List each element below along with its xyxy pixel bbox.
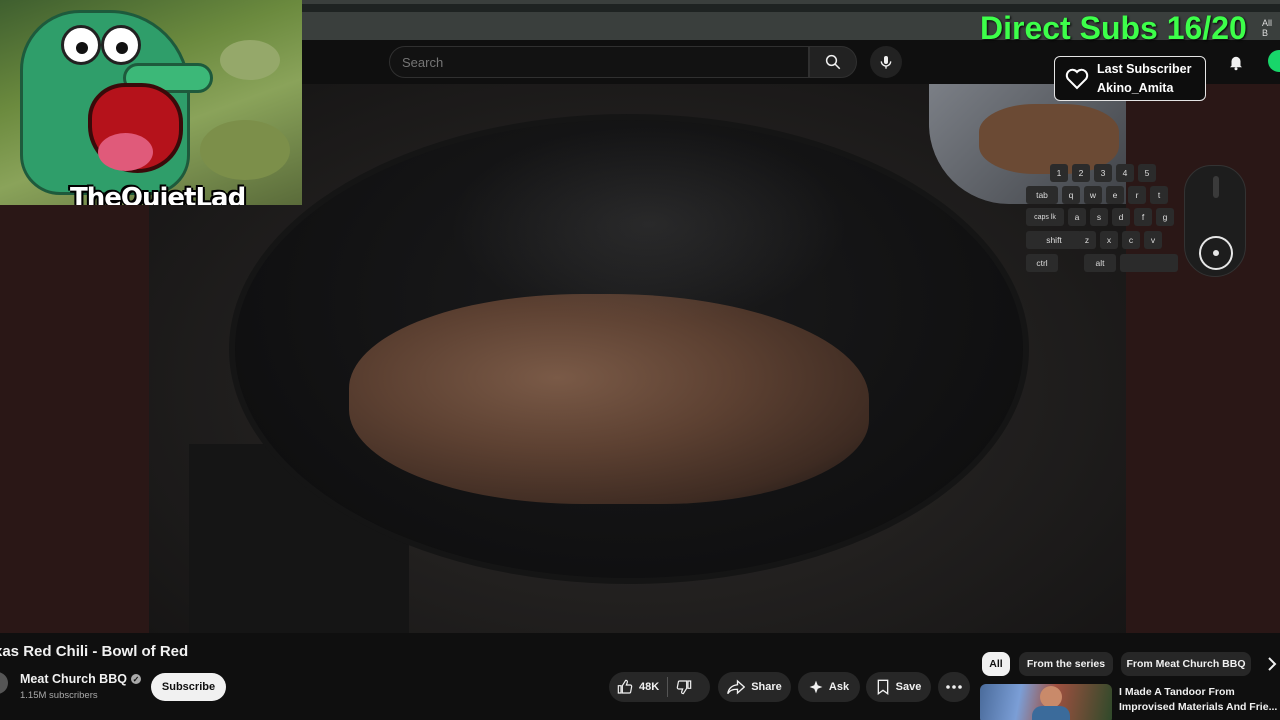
sparkle-icon bbox=[809, 680, 823, 694]
share-label: Share bbox=[751, 681, 782, 693]
heart-icon bbox=[1065, 68, 1089, 89]
key: x bbox=[1100, 231, 1118, 249]
key: a bbox=[1068, 208, 1086, 226]
channel-avatar[interactable] bbox=[0, 672, 8, 694]
ask-button[interactable]: Ask bbox=[798, 672, 860, 702]
mouse-overlay bbox=[1184, 165, 1246, 277]
notifications-button[interactable] bbox=[1224, 50, 1248, 74]
search-button[interactable] bbox=[809, 46, 857, 78]
thumbnail-person-head bbox=[1040, 686, 1062, 708]
video-meat bbox=[349, 294, 869, 504]
subscribe-button[interactable]: Subscribe bbox=[151, 673, 226, 701]
overlay-rock bbox=[220, 40, 280, 80]
more-actions-button[interactable] bbox=[938, 672, 970, 702]
like-dislike-group: 48K bbox=[609, 672, 710, 702]
more-horizontal-icon bbox=[946, 685, 962, 689]
mouse-wheel bbox=[1213, 176, 1219, 198]
key: v bbox=[1144, 231, 1162, 249]
key: t bbox=[1150, 186, 1168, 204]
recommendation-thumbnail[interactable] bbox=[980, 684, 1112, 720]
key: 4 bbox=[1116, 164, 1134, 182]
key: shift bbox=[1026, 231, 1082, 249]
share-button[interactable]: Share bbox=[718, 672, 791, 702]
direct-subs-counter: Direct Subs 16/20 bbox=[980, 10, 1247, 46]
streamer-name: TheQuietLad bbox=[70, 183, 246, 205]
last-subscriber-name: Akino_Amita bbox=[1097, 80, 1174, 95]
all-label: All B bbox=[1262, 18, 1273, 38]
subscriber-count: 1.15M subscribers bbox=[20, 690, 98, 701]
key: e bbox=[1106, 186, 1124, 204]
key bbox=[1120, 254, 1178, 272]
last-subscriber-label: Last Subscriber bbox=[1097, 61, 1192, 76]
key: f bbox=[1134, 208, 1152, 226]
key: s bbox=[1090, 208, 1108, 226]
key: 2 bbox=[1072, 164, 1090, 182]
channel-name-text[interactable]: Meat Church BBQ bbox=[20, 672, 127, 686]
ask-label: Ask bbox=[828, 681, 850, 693]
key: q bbox=[1062, 186, 1080, 204]
streamer-overlay: TheQuietLad bbox=[0, 0, 302, 205]
key: alt bbox=[1084, 254, 1116, 272]
page: TheQuietLad Direct Subs 16/20 All B Last… bbox=[0, 0, 1280, 720]
thumbs-up-icon bbox=[617, 679, 633, 694]
key: w bbox=[1084, 186, 1102, 204]
share-icon bbox=[727, 679, 746, 695]
key: z bbox=[1078, 231, 1096, 249]
mouse-ring bbox=[1199, 236, 1233, 270]
chip-from-channel[interactable]: From Meat Church BBQ bbox=[1121, 652, 1251, 676]
recommendation-title[interactable]: I Made A Tandoor From Improvised Materia… bbox=[1119, 685, 1279, 715]
key: 3 bbox=[1094, 164, 1112, 182]
microphone-icon bbox=[880, 56, 892, 69]
mascot-tongue bbox=[98, 133, 153, 171]
video-steam bbox=[449, 124, 849, 324]
key: d bbox=[1112, 208, 1130, 226]
save-button[interactable]: Save bbox=[866, 672, 931, 702]
chips-next-button[interactable] bbox=[1264, 652, 1280, 676]
search-box[interactable] bbox=[389, 46, 809, 78]
key: ctrl bbox=[1026, 254, 1058, 272]
verified-icon: ✓ bbox=[130, 674, 141, 684]
bell-icon bbox=[1230, 56, 1242, 71]
mascot-eye bbox=[101, 25, 141, 65]
thumbs-down-icon bbox=[676, 680, 692, 695]
key: 5 bbox=[1138, 164, 1156, 182]
key: 1 bbox=[1050, 164, 1068, 182]
thumbnail-person-shirt bbox=[1032, 706, 1070, 720]
overlay-rock bbox=[200, 120, 290, 180]
key: c bbox=[1122, 231, 1140, 249]
key: r bbox=[1128, 186, 1146, 204]
bookmark-icon bbox=[877, 679, 888, 695]
avatar[interactable] bbox=[1268, 50, 1280, 72]
like-count: 48K bbox=[639, 681, 660, 693]
mascot-eye bbox=[61, 25, 101, 65]
like-button[interactable]: 48K bbox=[609, 672, 667, 702]
search-input[interactable] bbox=[390, 47, 808, 77]
key: g bbox=[1156, 208, 1174, 226]
player-side-left bbox=[0, 205, 149, 633]
last-subscriber-box: Last Subscriber Akino_Amita bbox=[1054, 56, 1206, 101]
chip-all[interactable]: All bbox=[982, 652, 1010, 676]
search-icon bbox=[825, 54, 841, 70]
video-title: xas Red Chili - Bowl of Red bbox=[0, 643, 189, 660]
channel-name[interactable]: Meat Church BBQ ✓ bbox=[20, 672, 141, 686]
chip-from-series[interactable]: From the series bbox=[1019, 652, 1113, 676]
mascot-crocodile bbox=[20, 10, 213, 195]
key: caps lk bbox=[1026, 208, 1064, 226]
dislike-button[interactable] bbox=[668, 672, 700, 702]
chevron-right-icon bbox=[1268, 657, 1277, 671]
save-label: Save bbox=[895, 681, 922, 693]
keyboard-overlay: 1 2 3 4 5 tab q w e r t caps lk a s d f … bbox=[1024, 164, 1184, 276]
voice-search-button[interactable] bbox=[870, 46, 902, 78]
key: tab bbox=[1026, 186, 1058, 204]
